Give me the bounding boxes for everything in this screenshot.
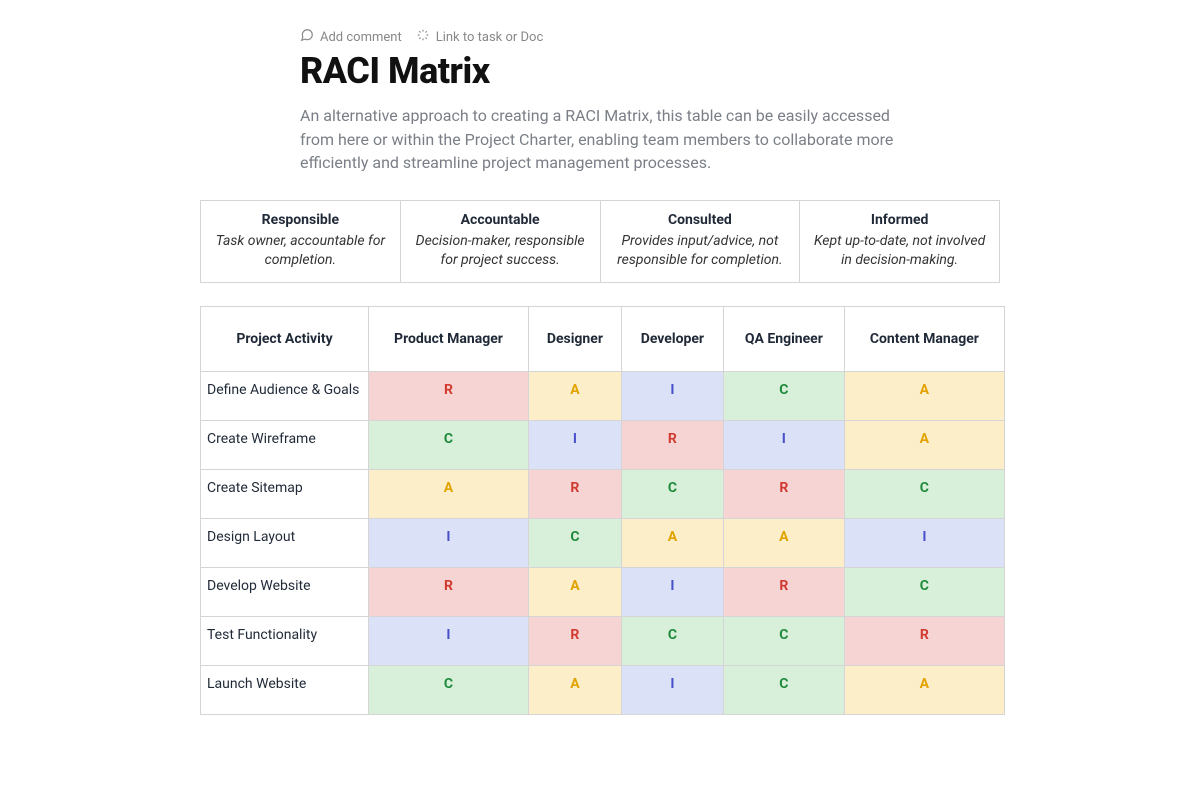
add-comment-label: Add comment <box>320 30 402 45</box>
legend-table: Responsible Task owner, accountable for c… <box>200 200 1000 283</box>
activity-cell: Develop Website <box>201 568 369 617</box>
role-cell: C <box>528 519 621 568</box>
role-cell: C <box>723 617 844 666</box>
role-cell: I <box>621 666 723 715</box>
role-cell: I <box>528 421 621 470</box>
role-cell: I <box>621 568 723 617</box>
legend-cell: Accountable Decision-maker, responsible f… <box>401 201 601 282</box>
role-cell: R <box>369 372 529 421</box>
role-cell: A <box>844 421 1004 470</box>
comment-icon <box>300 28 314 46</box>
page-title: RACI Matrix <box>300 50 490 92</box>
matrix-header-row: Project ActivityProduct ManagerDesignerD… <box>201 307 1005 372</box>
table-row: Design LayoutICAAI <box>201 519 1005 568</box>
role-cell: A <box>528 568 621 617</box>
activity-cell: Launch Website <box>201 666 369 715</box>
matrix-header: Product Manager <box>369 307 529 372</box>
table-row: Define Audience & GoalsRAICA <box>201 372 1005 421</box>
role-cell: I <box>621 372 723 421</box>
role-cell: A <box>844 372 1004 421</box>
role-cell: I <box>844 519 1004 568</box>
role-cell: R <box>621 421 723 470</box>
activity-cell: Create Sitemap <box>201 470 369 519</box>
activity-cell: Test Functionality <box>201 617 369 666</box>
role-cell: C <box>723 372 844 421</box>
role-cell: C <box>844 470 1004 519</box>
role-cell: A <box>621 519 723 568</box>
page-description: An alternative approach to creating a RA… <box>300 104 912 175</box>
sparkle-icon <box>416 28 430 46</box>
role-cell: I <box>723 421 844 470</box>
legend-title: Consulted <box>609 211 792 230</box>
legend-title: Informed <box>808 211 991 230</box>
activity-cell: Design Layout <box>201 519 369 568</box>
legend-title: Accountable <box>409 211 592 230</box>
role-cell: C <box>844 568 1004 617</box>
matrix-header: Content Manager <box>844 307 1004 372</box>
legend-desc: Task owner, accountable for completion. <box>209 232 392 270</box>
role-cell: C <box>369 421 529 470</box>
legend-cell: Responsible Task owner, accountable for c… <box>201 201 401 282</box>
role-cell: A <box>844 666 1004 715</box>
role-cell: C <box>621 617 723 666</box>
role-cell: C <box>369 666 529 715</box>
role-cell: I <box>369 617 529 666</box>
legend-desc: Decision-maker, responsible for project … <box>409 232 592 270</box>
role-cell: A <box>723 519 844 568</box>
activity-cell: Define Audience & Goals <box>201 372 369 421</box>
matrix-header: Developer <box>621 307 723 372</box>
role-cell: R <box>844 617 1004 666</box>
role-cell: R <box>723 470 844 519</box>
matrix-header: QA Engineer <box>723 307 844 372</box>
role-cell: A <box>369 470 529 519</box>
matrix-header: Designer <box>528 307 621 372</box>
add-comment-button[interactable]: Add comment <box>300 28 402 46</box>
table-row: Create SitemapARCRC <box>201 470 1005 519</box>
legend-cell: Informed Kept up-to-date, not involved in… <box>800 201 999 282</box>
role-cell: C <box>723 666 844 715</box>
matrix-header: Project Activity <box>201 307 369 372</box>
table-row: Develop WebsiteRAIRC <box>201 568 1005 617</box>
activity-cell: Create Wireframe <box>201 421 369 470</box>
link-task-label: Link to task or Doc <box>436 30 544 45</box>
raci-matrix-table: Project ActivityProduct ManagerDesignerD… <box>200 306 1005 715</box>
role-cell: A <box>528 372 621 421</box>
role-cell: R <box>369 568 529 617</box>
table-row: Create WireframeCIRIA <box>201 421 1005 470</box>
role-cell: R <box>723 568 844 617</box>
role-cell: C <box>621 470 723 519</box>
role-cell: R <box>528 617 621 666</box>
role-cell: R <box>528 470 621 519</box>
table-row: Test FunctionalityIRCCR <box>201 617 1005 666</box>
link-task-button[interactable]: Link to task or Doc <box>416 28 544 46</box>
legend-cell: Consulted Provides input/advice, not resp… <box>601 201 801 282</box>
role-cell: I <box>369 519 529 568</box>
legend-title: Responsible <box>209 211 392 230</box>
table-row: Launch WebsiteCAICA <box>201 666 1005 715</box>
role-cell: A <box>528 666 621 715</box>
legend-desc: Kept up-to-date, not involved in decisio… <box>808 232 991 270</box>
legend-desc: Provides input/advice, not responsible f… <box>609 232 792 270</box>
